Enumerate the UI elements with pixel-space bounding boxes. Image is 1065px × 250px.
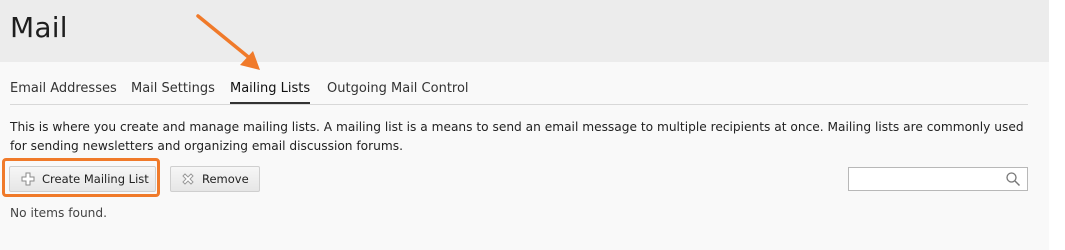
annotation-highlight-box (2, 158, 160, 197)
tab-email-addresses[interactable]: Email Addresses (10, 81, 117, 96)
page-title: Mail (10, 11, 68, 44)
search-icon[interactable] (1005, 171, 1021, 187)
tab-outgoing-mail-control[interactable]: Outgoing Mail Control (327, 81, 469, 96)
mail-page: Mail Email Addresses Mail Settings Maili… (0, 0, 1049, 250)
tab-mailing-lists[interactable]: Mailing Lists (230, 81, 311, 104)
search-field[interactable] (848, 167, 1028, 191)
remove-label: Remove (202, 172, 249, 186)
page-description: This is where you create and manage mail… (10, 120, 1024, 153)
title-bar: Mail (0, 0, 1049, 62)
x-icon (181, 172, 195, 186)
tab-mail-settings[interactable]: Mail Settings (131, 81, 215, 96)
empty-list-message: No items found. (10, 206, 108, 220)
remove-button[interactable]: Remove (170, 166, 260, 192)
search-input[interactable] (849, 168, 1011, 190)
annotation-arrow-icon (196, 14, 260, 70)
window-edge (1049, 0, 1065, 250)
tab-bar: Email Addresses Mail Settings Mailing Li… (10, 74, 1028, 105)
